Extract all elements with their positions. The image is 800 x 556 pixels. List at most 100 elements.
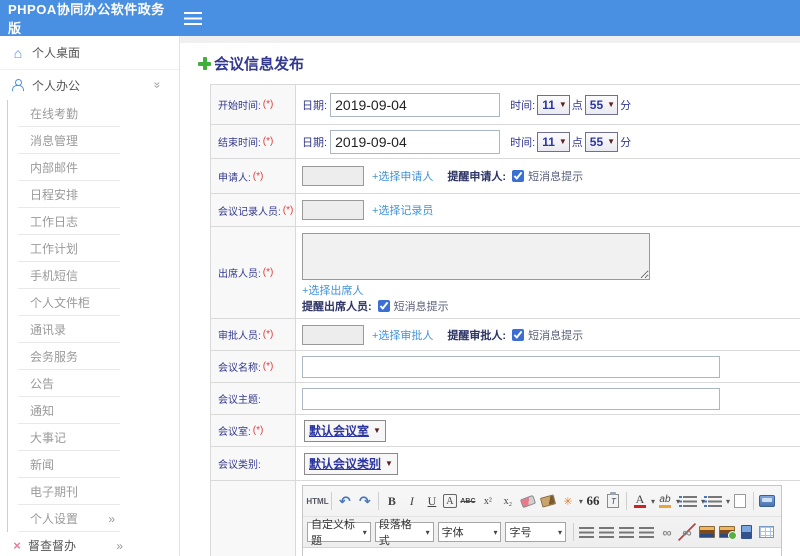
form-row-start-time: 开始时间: (*) 日期: 时间: 11▼ 点 55▼ 分 bbox=[211, 85, 800, 125]
sidebar-item-personal-office[interactable]: 个人办公 » bbox=[0, 70, 179, 100]
align-left-icon[interactable] bbox=[578, 523, 596, 541]
html-source-button[interactable]: HTML bbox=[306, 492, 328, 510]
sidebar-item-news[interactable]: 新闻 bbox=[0, 451, 179, 478]
remove-link-icon[interactable]: ∞ bbox=[677, 523, 696, 541]
attendees-textarea[interactable] bbox=[302, 233, 650, 280]
end-hour-select[interactable]: 11 ▼ bbox=[537, 131, 570, 152]
redo-icon[interactable]: ↷ bbox=[356, 492, 374, 510]
attendees-remind-row: 提醒出席人员: 短消息提示 bbox=[302, 298, 449, 314]
sidebar-item-memorabilia[interactable]: 大事记 bbox=[0, 424, 179, 451]
align-justify-icon[interactable] bbox=[638, 523, 656, 541]
sidebar-item-personal-file-cabinet[interactable]: 个人文件柜 bbox=[0, 289, 179, 316]
undo-icon[interactable]: ↶ bbox=[336, 492, 354, 510]
italic-icon[interactable]: I bbox=[403, 492, 421, 510]
meeting-name-input[interactable] bbox=[302, 355, 720, 378]
insert-media-icon[interactable] bbox=[738, 523, 756, 541]
sidebar-item-work-log[interactable]: 工作日志 bbox=[0, 208, 179, 235]
unordered-list-icon[interactable] bbox=[703, 492, 724, 510]
paste-as-text-icon[interactable] bbox=[604, 492, 622, 510]
blockquote-icon[interactable]: 66 bbox=[584, 492, 602, 510]
remind-approver-label: 提醒审批人: bbox=[447, 329, 507, 342]
app-brand: PHPOA协同办公软件政务版 bbox=[8, 2, 165, 36]
subscript-icon[interactable]: x₂ bbox=[499, 492, 517, 510]
align-right-icon[interactable] bbox=[618, 523, 636, 541]
superscript-icon[interactable]: x² bbox=[479, 492, 497, 510]
sidebar-item-label: 日程安排 bbox=[30, 188, 79, 202]
fullscreen-icon[interactable] bbox=[758, 492, 776, 510]
required-mark: (*) bbox=[262, 329, 274, 340]
applicant-sms-checkbox[interactable] bbox=[512, 170, 525, 182]
sidebar-item-mobile-sms[interactable]: 手机短信 bbox=[0, 262, 179, 289]
start-date-input[interactable] bbox=[330, 92, 501, 117]
required-mark: (*) bbox=[252, 425, 264, 436]
choose-attendees-link[interactable]: +选择出席人 bbox=[302, 282, 363, 298]
attendees-sms-checkbox[interactable] bbox=[377, 300, 390, 312]
sidebar-item-supervision[interactable]: × 督查督办 » bbox=[0, 532, 179, 556]
end-minute-select[interactable]: 55 ▼ bbox=[584, 131, 619, 152]
insert-table-icon[interactable] bbox=[758, 523, 776, 541]
approver-input[interactable] bbox=[302, 324, 364, 345]
dropdown-arrow-icon[interactable]: ▾ bbox=[651, 497, 655, 506]
eraser-icon[interactable] bbox=[519, 492, 537, 510]
meeting-category-select[interactable]: 默认会议类别 ▼ bbox=[304, 452, 398, 475]
upload-image-icon[interactable] bbox=[718, 523, 737, 541]
align-center-icon[interactable] bbox=[598, 523, 616, 541]
meeting-subject-input[interactable] bbox=[302, 387, 720, 410]
field-label: 结束时间: bbox=[218, 138, 261, 149]
field-value-cell bbox=[296, 383, 800, 414]
sidebar-item-work-plan[interactable]: 工作计划 bbox=[0, 235, 179, 262]
end-date-input[interactable] bbox=[330, 129, 501, 154]
sidebar-item-label: 在线考勤 bbox=[30, 107, 79, 121]
sidebar-item-label: 个人设置 bbox=[30, 512, 79, 526]
ordered-list-icon[interactable] bbox=[678, 492, 699, 510]
font-family-select[interactable]: 字体 ▾ bbox=[437, 522, 502, 542]
approver-sms-checkbox[interactable] bbox=[512, 328, 525, 341]
sidebar-item-announcement[interactable]: 公告 bbox=[0, 370, 179, 397]
custom-title-select[interactable]: 自定义标题 ▾ bbox=[307, 519, 371, 547]
start-hour-select[interactable]: 11 ▼ bbox=[537, 94, 570, 115]
sidebar-item-label: 督查督办 bbox=[28, 539, 77, 553]
sidebar-item-personal-desktop[interactable]: ⌂ 个人桌面 bbox=[0, 36, 179, 70]
choose-approver-link[interactable]: +选择审批人 bbox=[372, 327, 433, 343]
sidebar-item-online-attendance[interactable]: 在线考勤 bbox=[0, 100, 179, 127]
sidebar-item-contacts[interactable]: 通讯录 bbox=[0, 316, 179, 343]
applicant-input[interactable] bbox=[302, 166, 364, 186]
choose-applicant-link[interactable]: +选择申请人 bbox=[372, 168, 433, 184]
font-color-icon[interactable]: A bbox=[631, 492, 649, 510]
underline-icon[interactable]: U bbox=[423, 492, 441, 510]
choose-recorder-link[interactable]: +选择记录员 bbox=[372, 202, 433, 218]
insert-link-icon[interactable]: ∞ bbox=[658, 523, 676, 541]
dropdown-arrow-icon[interactable]: ▾ bbox=[579, 497, 583, 506]
insert-image-icon[interactable] bbox=[698, 523, 716, 541]
required-mark: (*) bbox=[262, 361, 274, 372]
format-brush-icon[interactable] bbox=[539, 492, 557, 510]
sidebar-item-meeting-service[interactable]: 会务服务 bbox=[0, 343, 179, 370]
editor-content-area[interactable] bbox=[303, 548, 781, 556]
recorder-input[interactable] bbox=[302, 200, 364, 220]
sidebar-item-personal-settings[interactable]: 个人设置 » bbox=[0, 505, 179, 532]
highlight-color-icon[interactable]: ab bbox=[656, 492, 674, 510]
menu-toggle-icon[interactable] bbox=[184, 11, 202, 25]
bold-icon[interactable]: B bbox=[383, 492, 401, 510]
field-label-cell: 会议名称: (*) bbox=[211, 351, 296, 382]
sidebar-item-message-management[interactable]: 消息管理 bbox=[0, 127, 179, 154]
sidebar-item-internal-mail[interactable]: 内部邮件 bbox=[0, 154, 179, 181]
start-minute-select[interactable]: 55 ▼ bbox=[584, 94, 619, 115]
required-mark: (*) bbox=[262, 136, 274, 147]
strikethrough-icon[interactable]: ABC bbox=[459, 492, 477, 510]
dropdown-arrow-icon[interactable]: ▾ bbox=[726, 497, 730, 506]
sidebar-item-schedule[interactable]: 日程安排 bbox=[0, 181, 179, 208]
paragraph-format-select[interactable]: 段落格式 ▾ bbox=[374, 519, 434, 547]
minute-unit-label: 分 bbox=[620, 99, 632, 112]
font-style-icon[interactable]: A bbox=[442, 494, 457, 508]
sidebar-item-e-journal[interactable]: 电子期刊 bbox=[0, 478, 179, 505]
font-size-select[interactable]: 字号 ▾ bbox=[505, 522, 566, 542]
rich-text-editor: HTML ↶ ↷ B I U A ABC x² x₂ ✳ ▾ 66 T A ▾ … bbox=[302, 485, 782, 556]
time-label: 时间: bbox=[510, 136, 536, 149]
meeting-room-select[interactable]: 默认会议室 ▼ bbox=[304, 419, 386, 442]
field-value-cell: +选择申请人 提醒申请人: 短消息提示 bbox=[296, 159, 800, 193]
sidebar-item-notice[interactable]: 通知 bbox=[0, 397, 179, 424]
field-label-cell: 出席人员: (*) bbox=[211, 227, 296, 318]
quick-format-icon[interactable]: ✳ bbox=[559, 492, 577, 510]
new-page-icon[interactable] bbox=[731, 492, 749, 510]
